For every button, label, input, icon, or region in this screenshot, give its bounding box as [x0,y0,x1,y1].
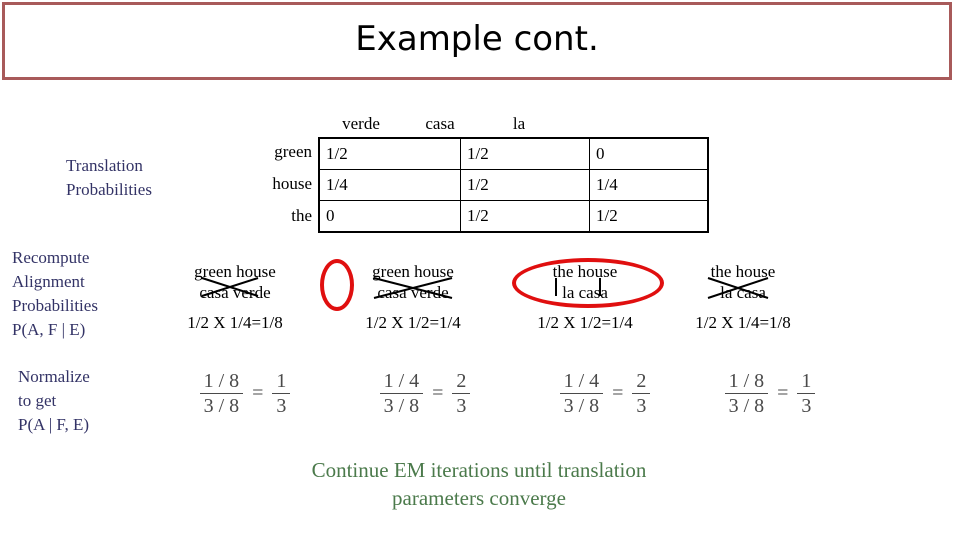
fraction-denominator: 3 / 8 [563,395,600,417]
fraction-denominator: 3 [276,395,287,417]
page-title: Example cont. [355,19,599,59]
table-cell: 1/2 [589,200,709,233]
table-cell: 1/4 [318,169,461,201]
fraction-right: 2 3 [632,370,651,417]
alignment-link-lines-icon [201,277,259,297]
recompute-alignment-probabilities-label: Recompute Alignment Probabilities P(A, F… [12,248,98,339]
fraction-denominator: 3 / 8 [728,395,765,417]
equals-sign: = [612,382,624,404]
equals-sign: = [777,382,789,404]
table-row-header-green: green [274,142,312,161]
table-column-header-verde: verde [342,114,380,133]
equals-sign: = [252,382,264,404]
fraction-denominator: 3 / 8 [203,395,240,417]
table-row: 1/2 1/2 0 [318,137,709,170]
fraction-right: 1 3 [797,370,816,417]
fraction-numerator: 2 [452,370,471,394]
table-row: 1/4 1/2 1/4 [318,169,709,201]
fraction-right: 2 3 [452,370,471,417]
fraction-right: 1 3 [272,370,291,417]
alignment-link-lines-icon [707,277,769,299]
table-row: 0 1/2 1/2 [318,200,709,233]
fraction-denominator: 3 / 8 [383,395,420,417]
table-cell: 1/2 [318,137,461,170]
alignment-block-1: green house casa verde 1/2 X 1/4=1/8 [140,262,330,332]
fraction-left: 1 / 8 3 / 8 [724,370,769,417]
table-cell: 1/2 [460,200,590,233]
slide-title-bar: Example cont. [2,2,952,80]
table-cell: 1/2 [460,169,590,201]
equals-sign: = [432,382,444,404]
translation-probabilities-label: Translation Probabilities [66,156,152,199]
fraction-denominator: 3 [801,395,812,417]
alignment-probability-product: 1/2 X 1/2=1/4 [365,313,461,332]
fraction-denominator: 3 [636,395,647,417]
alignment-probability-product: 1/2 X 1/4=1/8 [187,313,283,332]
normalized-equation-1: 1 / 8 3 / 8 = 1 3 [155,370,335,417]
translation-probability-table: 1/2 1/2 0 1/4 1/2 1/4 0 1/2 1/2 [318,137,709,233]
footer-note: Continue EM iterations until translation… [311,458,647,510]
table-column-header-casa: casa [425,114,455,133]
alignment-probability-product: 1/2 X 1/4=1/8 [695,313,791,332]
alignment-diagram: the house la casa [648,262,838,312]
alignment-diagram: green house casa verde [318,262,508,312]
fraction-numerator: 1 / 4 [379,370,424,394]
fraction-numerator: 1 / 8 [724,370,769,394]
normalized-equation-3: 1 / 4 3 / 8 = 2 3 [515,370,695,417]
alignment-link-lines-icon [373,277,453,299]
fraction-numerator: 1 / 4 [559,370,604,394]
table-cell: 1/2 [460,137,590,170]
fraction-left: 1 / 4 3 / 8 [559,370,604,417]
normalize-label: Normalize to get P(A | F, E) [18,367,90,434]
fraction-numerator: 1 [797,370,816,394]
normalized-equation-2: 1 / 4 3 / 8 = 2 3 [335,370,515,417]
fraction-numerator: 1 [272,370,291,394]
alignment-diagram: green house casa verde [140,262,330,312]
fraction-left: 1 / 4 3 / 8 [379,370,424,417]
fraction-numerator: 1 / 8 [199,370,244,394]
table-row-header-house: house [272,174,312,193]
alignment-block-2: green house casa verde 1/2 X 1/2=1/4 [318,262,508,332]
alignment-block-4: the house la casa 1/2 X 1/4=1/8 [648,262,838,332]
table-cell: 1/4 [589,169,709,201]
normalized-equation-4: 1 / 8 3 / 8 = 1 3 [680,370,860,417]
table-row-header-the: the [291,206,312,225]
fraction-denominator: 3 [456,395,467,417]
table-cell: 0 [318,200,461,233]
table-cell: 0 [589,137,709,170]
fraction-numerator: 2 [632,370,651,394]
table-column-header-la: la [512,114,526,133]
fraction-left: 1 / 8 3 / 8 [199,370,244,417]
